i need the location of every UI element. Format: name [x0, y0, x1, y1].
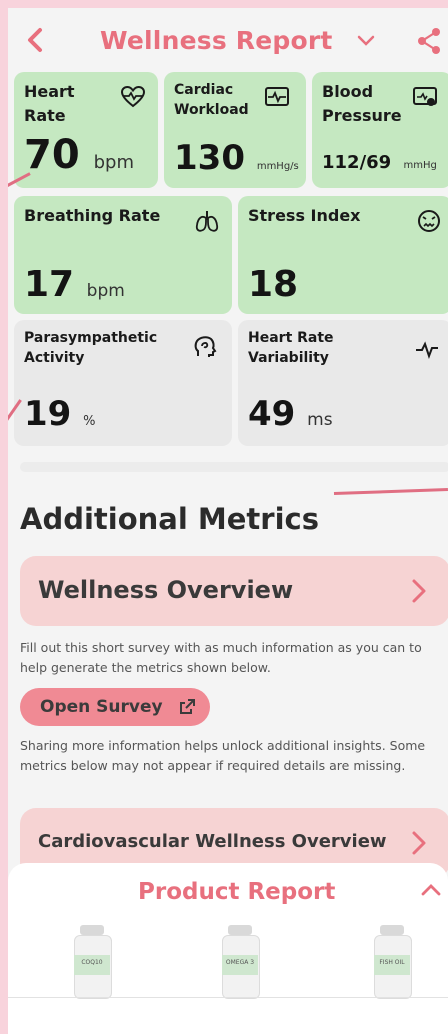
- sharing-note: Sharing more information helps unlock ad…: [20, 738, 426, 773]
- heart-rate-card[interactable]: Heart Rate 70 bpm: [14, 72, 158, 188]
- annotation-line: [333, 488, 448, 495]
- bottle-cap: [80, 925, 104, 935]
- hrv-number: 49: [248, 394, 296, 434]
- blood-pressure-unit: mmHg: [403, 160, 437, 171]
- stressed-face-icon: [418, 210, 440, 232]
- breathing-rate-unit: bpm: [86, 281, 125, 301]
- breathing-rate-value: 17 bpm: [24, 264, 125, 305]
- survey-note: Fill out this short survey with as much …: [20, 640, 422, 675]
- parasympathetic-unit: %: [83, 414, 96, 429]
- parasympathetic-value: 19 %: [24, 394, 96, 434]
- product-bottle[interactable]: OMEGA 3: [220, 925, 260, 999]
- chevron-right-icon: [412, 831, 426, 855]
- parasympathetic-card[interactable]: Parasympathetic Activity 19 %: [14, 320, 232, 446]
- parasympathetic-label: Parasympathetic Activity: [24, 330, 158, 366]
- parasympathetic-number: 19: [24, 394, 72, 434]
- cardiac-workload-value: 130 mmHg/s: [174, 138, 299, 178]
- cardiac-workload-unit: mmHg/s: [256, 161, 299, 172]
- page-title: Wellness Report: [100, 26, 333, 55]
- product-bottle[interactable]: FISH OIL: [372, 925, 412, 999]
- hrv-value: 49 ms: [248, 394, 333, 434]
- heartbeat-icon: [120, 85, 146, 108]
- head-brain-icon: [194, 336, 217, 357]
- share-icon[interactable]: [414, 26, 444, 56]
- section-divider: [20, 462, 448, 472]
- product-name: COQ10: [81, 959, 103, 966]
- open-survey-button[interactable]: Open Survey: [20, 688, 210, 726]
- blood-pressure-card[interactable]: Blood Pressure 112/69 mmHg: [312, 72, 448, 188]
- bottle-cap: [380, 925, 404, 935]
- blood-pressure-value: 112/69 mmHg: [322, 152, 437, 173]
- external-link-icon: [180, 699, 195, 714]
- wellness-overview-button[interactable]: Wellness Overview: [20, 556, 448, 626]
- hrv-card[interactable]: Heart Rate Variability 49 ms: [238, 320, 448, 446]
- sheet-divider: [8, 997, 448, 998]
- cardiac-workload-card[interactable]: Cardiac Workload 130 mmHg/s: [164, 72, 306, 188]
- breathing-rate-number: 17: [24, 264, 75, 305]
- product-name: FISH OIL: [379, 959, 405, 966]
- stress-index-card[interactable]: Stress Index 18: [238, 196, 448, 314]
- chevron-down-icon[interactable]: [356, 34, 376, 48]
- heart-rate-number: 70: [24, 132, 80, 178]
- lungs-icon: [195, 211, 219, 232]
- blood-pressure-number: 112/69: [322, 152, 392, 173]
- product-report-sheet[interactable]: Product Report COQ10 OMEGA 3 FISH OIL: [8, 863, 448, 1034]
- hrv-label: Heart Rate Variability: [248, 330, 334, 366]
- wellness-overview-label: Wellness Overview: [38, 576, 294, 604]
- product-bottle[interactable]: COQ10: [72, 925, 112, 999]
- product-name: OMEGA 3: [225, 959, 255, 966]
- header: Wellness Report: [8, 8, 448, 72]
- pulse-wave-icon: [416, 341, 438, 359]
- stress-index-value: 18: [248, 264, 298, 305]
- bottle-cap: [228, 925, 252, 935]
- blood-pressure-label: Blood Pressure: [322, 82, 402, 125]
- stress-index-number: 18: [248, 264, 299, 305]
- blood-pressure-icon: [413, 87, 437, 106]
- heart-rate-value: 70 bpm: [24, 132, 134, 178]
- app-screen: Wellness Report Heart Rate 70 bpm Cardia…: [8, 8, 448, 1034]
- product-report-title: Product Report: [138, 879, 336, 905]
- open-survey-label: Open Survey: [40, 697, 163, 717]
- chevron-right-icon: [412, 579, 426, 603]
- heart-rate-unit: bpm: [93, 152, 134, 173]
- cardiac-workload-number: 130: [174, 138, 245, 178]
- back-icon[interactable]: [22, 26, 50, 54]
- hrv-unit: ms: [307, 410, 333, 430]
- breathing-rate-card[interactable]: Breathing Rate 17 bpm: [14, 196, 232, 314]
- cardiac-workload-label: Cardiac Workload: [174, 82, 249, 118]
- stress-index-label: Stress Index: [248, 206, 361, 225]
- cardio-overview-label: Cardiovascular Wellness Overview: [38, 831, 387, 852]
- additional-metrics-title: Additional Metrics: [20, 502, 319, 536]
- breathing-rate-label: Breathing Rate: [24, 206, 161, 225]
- ecg-monitor-icon: [265, 87, 289, 106]
- chevron-up-icon[interactable]: [420, 883, 442, 897]
- heart-rate-label: Heart Rate: [24, 82, 75, 125]
